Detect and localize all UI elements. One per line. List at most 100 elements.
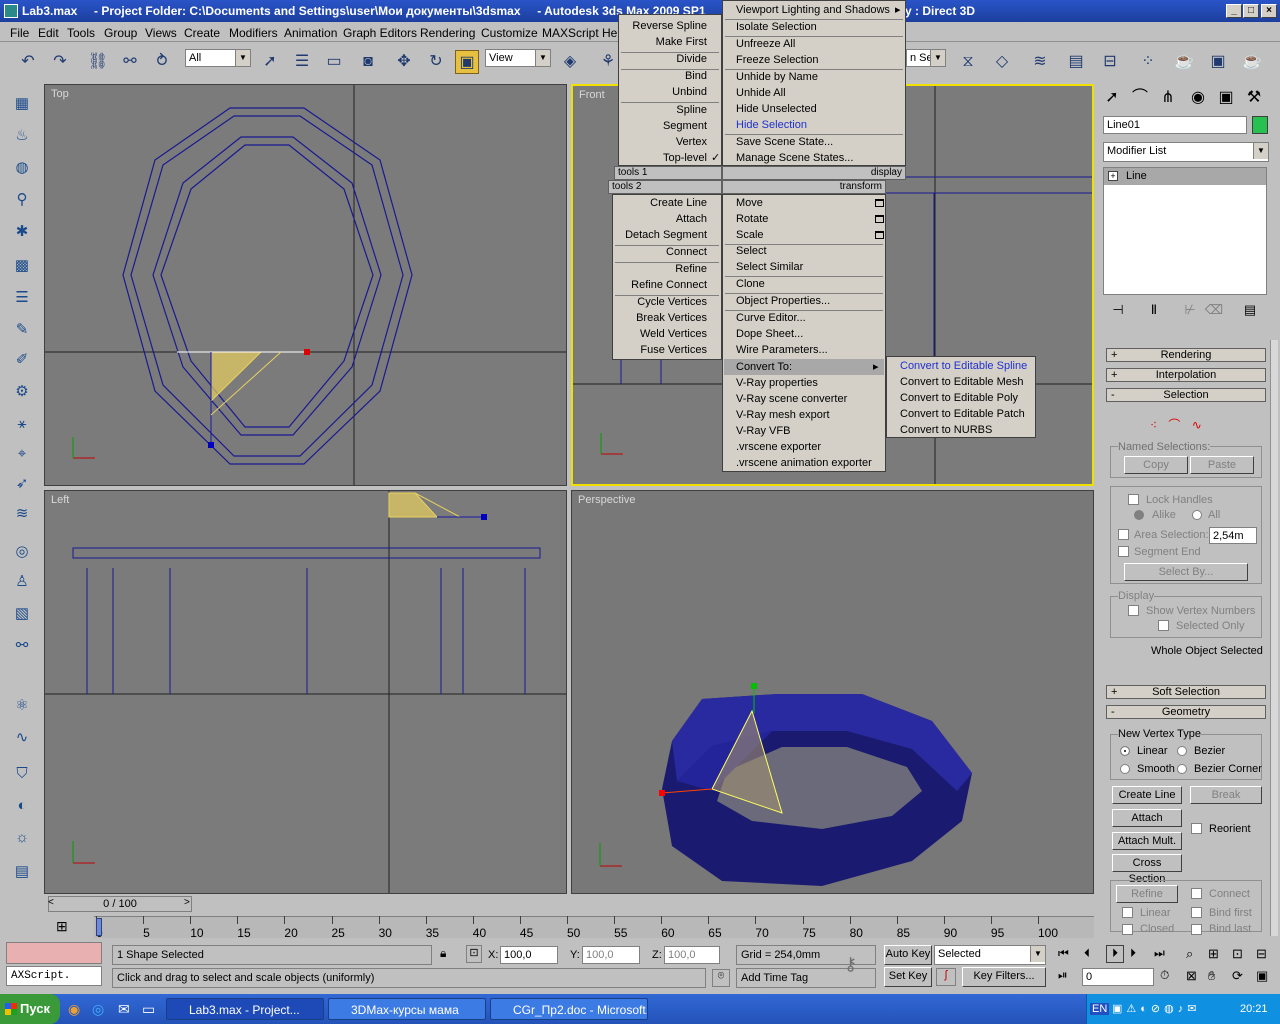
settings-box-icon[interactable] bbox=[875, 215, 884, 223]
wave-icon[interactable]: ≋ bbox=[10, 502, 34, 526]
menu-file[interactable]: File bbox=[10, 26, 29, 40]
rendered-frame-icon[interactable]: ▣ bbox=[1206, 50, 1230, 74]
undo-icon[interactable]: ↶ bbox=[16, 50, 40, 74]
next-frame-icon[interactable]: ⏵ bbox=[1130, 946, 1136, 961]
absolute-mode-icon[interactable]: ⊡ bbox=[466, 945, 482, 963]
reorient-checkbox[interactable] bbox=[1191, 823, 1202, 834]
layer-manager-icon[interactable]: ≋ bbox=[1028, 50, 1052, 74]
key-mode-icon[interactable]: ⏯ bbox=[1058, 968, 1068, 983]
zoom-extents-icon[interactable]: ⊡ bbox=[1232, 946, 1243, 962]
redo-icon[interactable]: ↷ bbox=[48, 50, 72, 74]
x-coord-input[interactable]: 100,0 bbox=[500, 946, 558, 964]
track-bar-toggle-icon[interactable]: ⊞ bbox=[56, 918, 68, 935]
create-box-icon[interactable]: ▦ bbox=[10, 92, 34, 116]
menu-item-vray-mesh-export[interactable]: V-Ray mesh export bbox=[736, 407, 830, 423]
menu-item-break-vertices[interactable]: Break Vertices bbox=[613, 310, 707, 326]
maxscript-mini-listener[interactable] bbox=[6, 942, 102, 964]
skype-icon[interactable]: ◎ bbox=[92, 1001, 104, 1018]
current-frame-input[interactable]: 0 bbox=[1082, 968, 1154, 986]
menu-rendering[interactable]: Rendering bbox=[420, 26, 475, 40]
rollout-interpolation[interactable]: + Interpolation bbox=[1106, 368, 1266, 382]
menu-item-wire-parameters[interactable]: Wire Parameters... bbox=[736, 342, 828, 358]
menu-item-isolate-selection[interactable]: Isolate Selection bbox=[736, 19, 817, 35]
selected-only-checkbox[interactable] bbox=[1158, 620, 1169, 631]
modifier-stack-item-line[interactable]: Line bbox=[1104, 168, 1266, 185]
menu-graph-editors[interactable]: Graph Editors bbox=[343, 26, 417, 40]
menu-item-make-first[interactable]: Make First bbox=[619, 34, 707, 50]
menu-item-reverse-spline[interactable]: Reverse Spline bbox=[619, 18, 707, 34]
utilities-tab-icon[interactable]: ⚒ bbox=[1242, 86, 1266, 110]
taskbar-item-3dsmax[interactable]: Lab3.max - Project... bbox=[166, 998, 324, 1020]
menu-item-refine[interactable]: Refine bbox=[613, 261, 707, 277]
closed-checkbox[interactable] bbox=[1122, 924, 1133, 935]
zoom-all-icon[interactable]: ⊞ bbox=[1208, 946, 1219, 962]
settings-box-icon[interactable] bbox=[875, 231, 884, 239]
zoom-extents-all-icon[interactable]: ⊟ bbox=[1256, 946, 1267, 962]
grid-icon[interactable]: ▩ bbox=[10, 254, 34, 278]
orbit-icon[interactable]: ⟳ bbox=[1232, 968, 1243, 984]
menu-item-vray-scene-converter[interactable]: V-Ray scene converter bbox=[736, 391, 847, 407]
rollout-soft-selection[interactable]: + Soft Selection bbox=[1106, 685, 1266, 699]
reactor-icon[interactable]: ⚛ bbox=[10, 694, 34, 718]
menu-item-vrscene-exporter[interactable]: .vrscene exporter bbox=[736, 439, 821, 455]
menu-item-hide-selection[interactable]: Hide Selection bbox=[736, 117, 807, 133]
brush-icon[interactable]: ✎ bbox=[10, 318, 34, 342]
menu-edit[interactable]: Edit bbox=[38, 26, 59, 40]
bind-space-warp-icon[interactable]: ⥁ bbox=[150, 50, 174, 74]
light-icon[interactable]: ⚲ bbox=[10, 188, 34, 212]
goto-start-icon[interactable]: ⏮ bbox=[1058, 946, 1069, 961]
menu-item-cycle-vertices[interactable]: Cycle Vertices bbox=[613, 294, 707, 310]
menu-item-divide[interactable]: Divide bbox=[619, 51, 707, 67]
expand-icon[interactable]: + bbox=[1108, 171, 1118, 181]
paste-button[interactable]: Paste bbox=[1190, 456, 1254, 474]
menu-item-select[interactable]: Select bbox=[736, 243, 767, 259]
menu-item-object-properties[interactable]: Object Properties... bbox=[736, 293, 830, 309]
menu-item-select-similar[interactable]: Select Similar bbox=[736, 259, 803, 275]
arrow-icon[interactable]: ➶ bbox=[10, 472, 34, 496]
menu-item-vray-properties[interactable]: V-Ray properties bbox=[736, 375, 818, 391]
menu-item-spline[interactable]: Spline bbox=[619, 102, 707, 118]
menu-item-detach-segment[interactable]: Detach Segment bbox=[613, 227, 707, 243]
bezier-corner-radio[interactable] bbox=[1177, 764, 1187, 774]
time-config-icon[interactable]: ⏱ bbox=[1160, 968, 1169, 983]
viewport-perspective[interactable]: Perspective bbox=[571, 490, 1094, 894]
prev-frame-icon[interactable]: ⏴ bbox=[1084, 946, 1090, 961]
time-slider[interactable]: 0 / 100 bbox=[48, 896, 192, 912]
zoom-icon[interactable]: ⌕ bbox=[1186, 946, 1193, 962]
bone-icon[interactable]: ⚯ bbox=[10, 634, 34, 658]
settings-box-icon[interactable] bbox=[875, 199, 884, 207]
rotate-icon[interactable]: ↻ bbox=[424, 50, 448, 74]
time-tag-icon[interactable]: ⌾ bbox=[712, 969, 730, 987]
menu-item-convert-editable-poly[interactable]: Convert to Editable Poly bbox=[900, 390, 1018, 406]
menu-views[interactable]: Views bbox=[145, 26, 177, 40]
lock-handles-checkbox[interactable] bbox=[1128, 494, 1139, 505]
all-radio[interactable] bbox=[1192, 510, 1202, 520]
key-icon[interactable]: ⚷ bbox=[844, 954, 857, 975]
spray-icon[interactable]: ⚹ bbox=[10, 412, 34, 436]
y-coord-input[interactable]: 100,0 bbox=[582, 946, 640, 964]
lock-selection-icon[interactable]: 🔒︎ bbox=[440, 946, 446, 961]
break-button[interactable]: Break bbox=[1190, 786, 1262, 804]
biped-icon[interactable]: ✱ bbox=[10, 220, 34, 244]
window-crossing-icon[interactable]: ◙ bbox=[356, 50, 380, 74]
display-tab-icon[interactable]: ▣ bbox=[1214, 86, 1238, 110]
rollout-rendering[interactable]: + Rendering bbox=[1106, 348, 1266, 362]
menu-item-move[interactable]: Move bbox=[736, 195, 763, 211]
select-object-icon[interactable]: ➚ bbox=[258, 50, 282, 74]
area-selection-spinner[interactable]: 2,54m bbox=[1209, 527, 1257, 544]
rollout-geometry[interactable]: - Geometry bbox=[1106, 705, 1266, 719]
gear-icon[interactable]: ⚙ bbox=[10, 380, 34, 404]
desktop-icon[interactable]: ▭ bbox=[142, 1001, 155, 1018]
ring-icon[interactable]: ◎ bbox=[10, 540, 34, 564]
named-selection-dropdown[interactable]: n Set ▼ bbox=[906, 49, 946, 67]
teapot-icon[interactable]: ♨ bbox=[10, 124, 34, 148]
menu-item-save-scene-state[interactable]: Save Scene State... bbox=[736, 134, 833, 150]
time-prev-icon[interactable]: < bbox=[48, 897, 54, 908]
make-unique-icon[interactable]: ⊬ bbox=[1178, 298, 1202, 322]
goto-end-icon[interactable]: ⏭ bbox=[1154, 946, 1165, 961]
rope-icon[interactable]: ∿ bbox=[10, 726, 34, 750]
command-panel-scrollbar[interactable] bbox=[1270, 340, 1278, 936]
cross-section-button[interactable]: Cross Section bbox=[1112, 854, 1182, 885]
paint-icon[interactable]: ✐ bbox=[10, 348, 34, 372]
set-key-button[interactable]: Set Key bbox=[884, 967, 932, 987]
